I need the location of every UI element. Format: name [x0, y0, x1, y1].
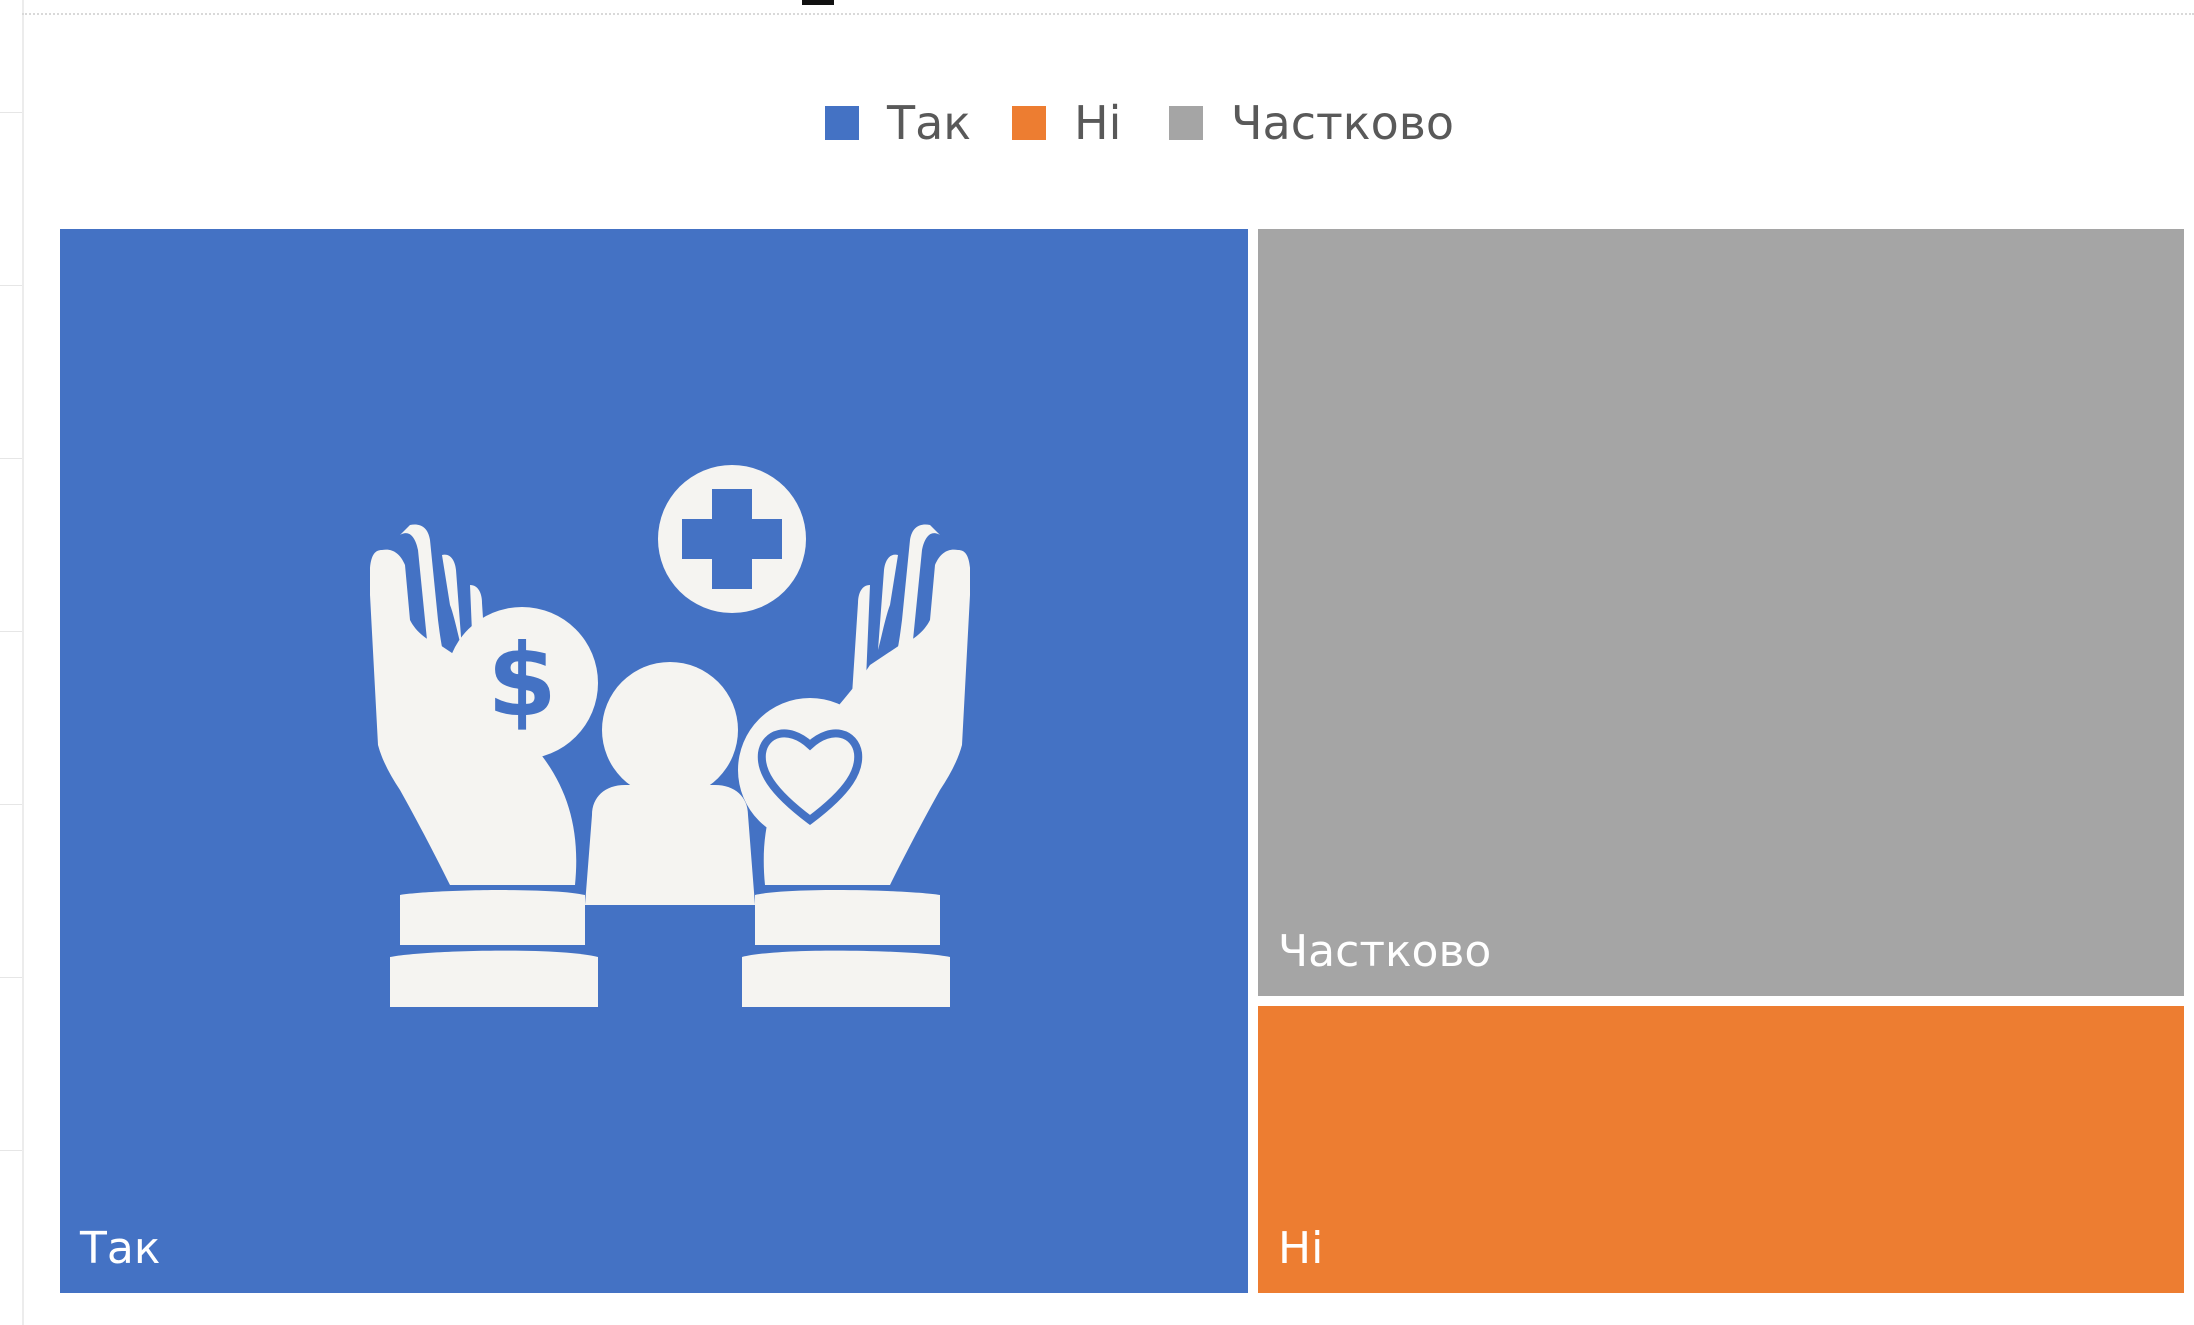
legend-label: Ні — [1074, 96, 1122, 150]
legend-item-tak: Так — [825, 92, 971, 154]
legend-label: Частково — [1231, 96, 1454, 150]
legend-swatch — [1169, 106, 1203, 140]
gridline — [0, 631, 22, 632]
legend-item-ni: Ні — [1012, 92, 1121, 154]
heart-coin-icon — [738, 698, 882, 842]
tile-label: Ні — [1278, 1223, 1324, 1274]
legend-swatch — [1012, 106, 1046, 140]
gridline — [0, 458, 22, 459]
legend-item-chastkovo: Частково — [1169, 92, 1454, 154]
medical-cross-icon — [658, 465, 806, 613]
hands-care-icon: $ — [370, 465, 970, 1007]
chart-canvas: Так Ні Частково Так Частково Ні $ — [0, 0, 2194, 1325]
svg-text:$: $ — [487, 622, 557, 739]
selection-handle[interactable] — [802, 0, 834, 5]
dollar-coin-icon: $ — [446, 607, 598, 759]
gridline — [0, 977, 22, 978]
gridline — [0, 804, 22, 805]
person-icon — [585, 662, 755, 905]
tile-label: Так — [80, 1223, 161, 1274]
tile-label: Частково — [1278, 926, 1492, 977]
gridline — [0, 1150, 22, 1151]
treemap-tile-chastkovo[interactable]: Частково — [1258, 229, 2184, 996]
chart-top-border — [22, 0, 2194, 15]
left-hand-icon — [370, 524, 598, 1007]
sheet-gutter — [0, 0, 24, 1325]
treemap-tile-ni[interactable]: Ні — [1258, 1006, 2184, 1293]
legend-label: Так — [887, 96, 972, 150]
gridline — [0, 285, 22, 286]
chart-legend: Так Ні Частково — [0, 92, 2194, 154]
legend-swatch — [825, 106, 859, 140]
